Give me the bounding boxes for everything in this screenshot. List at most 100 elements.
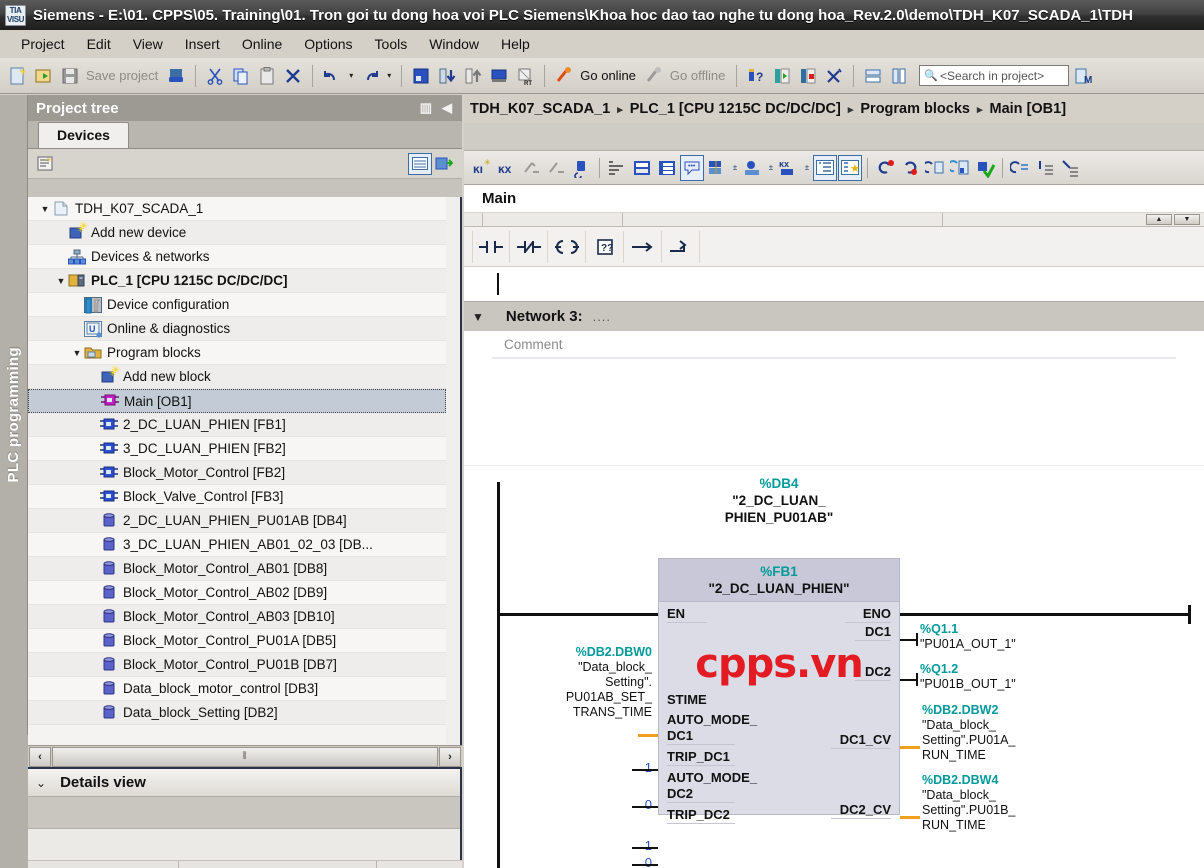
upload-from-device-icon[interactable] [461,64,485,88]
copy-icon[interactable] [229,64,253,88]
monitor-value-icon[interactable] [948,155,972,181]
program-info-icon[interactable] [1058,155,1082,181]
clear-icon[interactable] [822,64,846,88]
search-input[interactable]: 🔍 <Search in project> [919,65,1070,86]
menu-item-tools[interactable]: Tools [364,33,419,55]
ladder-cursor-row[interactable] [464,267,1204,301]
redo-icon[interactable] [358,64,382,88]
tree-item-block-motor-control-ab03-db10[interactable]: Block_Motor_Control_AB03 [DB10] [28,605,446,629]
print-icon[interactable] [164,64,188,88]
undo-dropdown-icon[interactable]: ▾ [346,64,356,88]
collapse-all-networks-icon[interactable] [630,155,654,181]
operand-dc2-cv[interactable]: %DB2.DBW4 "Data_block_ Setting".PU01B_ R… [922,773,1122,833]
menu-item-edit[interactable]: Edit [76,33,122,55]
save-project-label[interactable]: Save project [86,68,158,83]
monitoring-on-icon[interactable] [705,155,729,181]
operand-stime[interactable]: %DB2.DBW0 "Data_block_ Setting". PU01AB_… [512,645,652,720]
menu-item-view[interactable]: View [122,33,174,55]
value-auto-mode-dc2[interactable]: 1 [604,838,652,853]
scroll-left-button[interactable]: ‹ [29,746,51,767]
pin-auto-mode-dc1-line2[interactable]: DC1 [667,728,735,745]
tree-item-block-motor-control-pu01b-db7[interactable]: Block_Motor_Control_PU01B [DB7] [28,653,446,677]
pin-dc1-cv[interactable]: DC1_CV [831,732,891,749]
operand-dc1-cv[interactable]: %DB2.DBW2 "Data_block_ Setting".PU01A_ R… [922,703,1122,763]
tree-item-main-ob1[interactable]: Main [OB1] [28,389,446,413]
go-to-previous-error-icon[interactable] [873,155,897,181]
interface-splitter-buttons[interactable]: ▲ ▼ [1146,214,1200,225]
tree-expand-icon[interactable]: ▼ [38,204,52,214]
assignment-list-icon[interactable] [1033,155,1057,181]
undo-icon[interactable] [320,64,344,88]
menu-item-help[interactable]: Help [490,33,541,55]
close-branch-icon[interactable] [662,230,700,263]
network-comment-row[interactable]: Comment [464,331,1204,357]
modify-dropdown-icon[interactable]: ± [766,155,776,181]
save-project-icon[interactable] [58,64,82,88]
paste-icon[interactable] [255,64,279,88]
redo-dropdown-icon[interactable]: ▾ [384,64,394,88]
delete-icon[interactable] [281,64,305,88]
tree-overview-icon[interactable]: ✳ [34,153,58,175]
ladder-canvas[interactable]: %DB4 "2_DC_LUAN_ PHIEN_PU01AB" %FB1 "2_D… [464,465,1204,868]
empty-box-icon[interactable]: ?? [586,230,624,263]
open-project-icon[interactable] [32,64,56,88]
show-symbolic-operands-icon[interactable] [545,155,569,181]
tree-item-3-dc-luan-phien-ab01-02-03-db[interactable]: 3_DC_LUAN_PHIEN_AB01_02_03 [DB... [28,533,446,557]
search-options-icon[interactable]: M [1071,64,1095,88]
stop-cpu-icon[interactable] [796,64,820,88]
edit-favorites-icon[interactable]: ★ [838,154,862,181]
interface-down-button[interactable]: ▼ [1174,214,1200,225]
tree-item-program-blocks[interactable]: ▼ Program blocks [28,341,446,365]
pin-trip-dc1[interactable]: TRIP_DC1 [667,749,735,766]
download-and-verify-icon[interactable] [973,155,997,181]
bookmark-network-icon[interactable]: ĸх [777,155,801,181]
tree-expand-icon[interactable]: ▼ [70,348,84,358]
value-trip-dc2[interactable]: 0 [604,855,652,868]
go-offline-icon[interactable] [642,64,666,88]
operand-dc2[interactable]: %Q1.2 "PU01B_OUT_1" [920,662,1120,692]
tree-item-block-motor-control-ab02-db9[interactable]: Block_Motor_Control_AB02 [DB9] [28,581,446,605]
normally-closed-contact-icon[interactable] [510,230,548,263]
vertical-tab-plc-programming[interactable]: PLC programming [0,95,28,735]
start-simulation-icon[interactable] [487,64,511,88]
breadcrumb-item-plc[interactable]: PLC_1 [CPU 1215C DC/DC/DC] [630,101,841,117]
collapse-panel-icon[interactable]: ◀ [442,100,452,116]
tree-detail-view-icon[interactable] [432,153,456,175]
scroll-right-button[interactable]: › [439,746,461,767]
delete-network-icon[interactable]: ĸх [495,155,519,181]
modify-operand-icon[interactable] [741,155,765,181]
show-cross-references-icon[interactable] [1008,155,1032,181]
pin-stime[interactable]: STIME [667,692,707,707]
pin-auto-mode-dc1-line1[interactable]: AUTO_MODE_ [667,712,757,727]
value-trip-dc1[interactable]: 0 [604,797,652,812]
breadcrumb-item-main[interactable]: Main [OB1] [990,101,1067,117]
tree-item-block-motor-control-fb2[interactable]: Block_Motor_Control [FB2] [28,461,446,485]
menu-item-options[interactable]: Options [293,33,363,55]
project-tree-horizontal-scrollbar[interactable]: ‹ ⦀ › [28,745,462,767]
go-online-label[interactable]: Go online [580,68,636,83]
expand-all-networks-icon[interactable] [655,155,679,181]
breadcrumb-item-project[interactable]: TDH_K07_SCADA_1 [470,101,610,117]
tree-item-add-new-device[interactable]: ✳ Add new device [28,221,446,245]
pin-panel-icon[interactable]: ▥ [420,100,432,116]
tree-item-devices-networks[interactable]: Devices & networks [28,245,446,269]
breadcrumb-item-program-blocks[interactable]: Program blocks [860,101,970,117]
show-operand-layout-icon[interactable] [813,154,837,181]
new-project-icon[interactable]: ✳ [6,64,30,88]
tree-item-2-dc-luan-phien-fb1[interactable]: 2_DC_LUAN_PHIEN [FB1] [28,413,446,437]
tab-devices[interactable]: Devices [38,122,129,148]
download-without-reinit-icon[interactable] [923,155,947,181]
network-header[interactable]: ▼ Network 3: .... [464,301,1204,331]
tree-item-block-motor-control-ab01-db8[interactable]: Block_Motor_Control_AB01 [DB8] [28,557,446,581]
go-to-next-error-icon[interactable] [898,155,922,181]
pin-auto-mode-dc2-line1[interactable]: AUTO_MODE_ [667,770,757,785]
split-vertical-icon[interactable] [887,64,911,88]
menu-item-online[interactable]: Online [231,33,293,55]
go-offline-label[interactable]: Go offline [670,68,725,83]
monitoring-dropdown-icon[interactable]: ± [730,155,740,181]
tree-item-3-dc-luan-phien-fb2[interactable]: 3_DC_LUAN_PHIEN [FB2] [28,437,446,461]
bookmark-dropdown-icon[interactable]: ± [802,155,812,181]
pin-dc2-cv[interactable]: DC2_CV [831,802,891,819]
show-comments-balloon-icon[interactable]: ••• [680,154,704,181]
pin-eno[interactable]: ENO [845,606,891,623]
